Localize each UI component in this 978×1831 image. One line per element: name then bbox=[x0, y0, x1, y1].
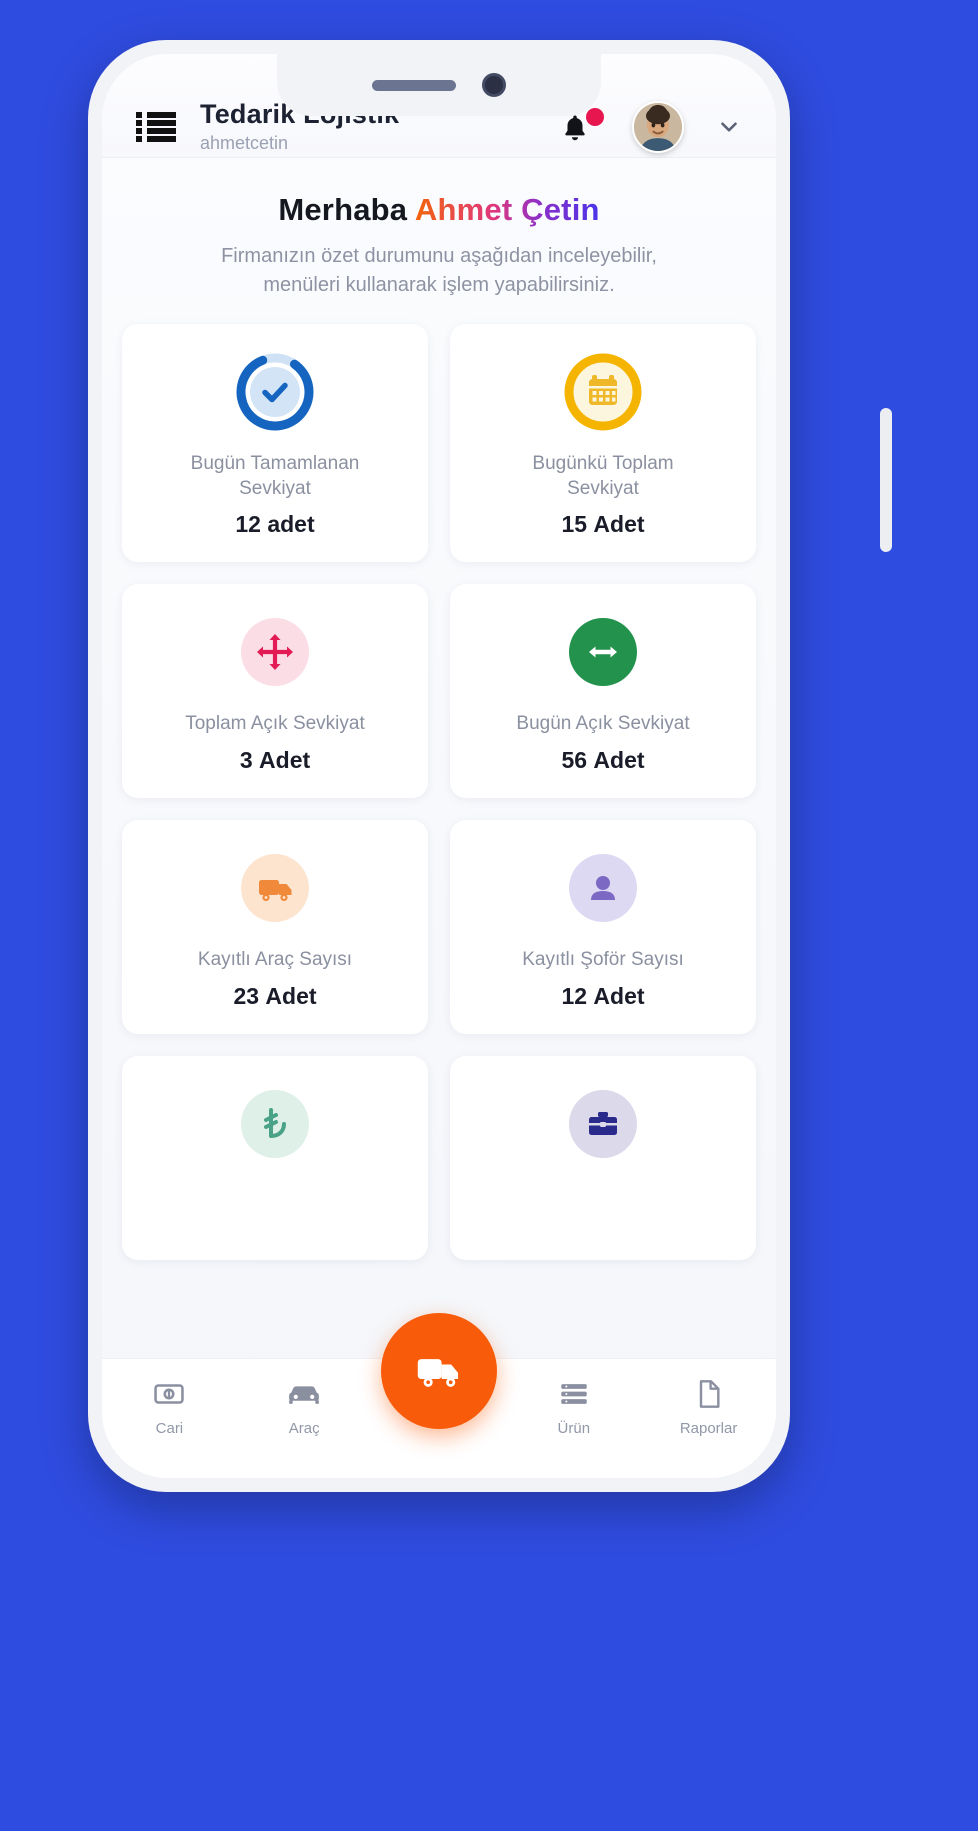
add-shipment-fab[interactable] bbox=[381, 1313, 497, 1429]
lira-icon bbox=[233, 1082, 317, 1166]
calendar-icon bbox=[561, 350, 645, 434]
card-registered-vehicles[interactable]: Kayıtlı Araç Sayısı 23 Adet bbox=[122, 820, 428, 1034]
card-value: 56 Adet bbox=[561, 747, 644, 774]
app-username: ahmetcetin bbox=[200, 133, 289, 154]
briefcase-icon bbox=[561, 1082, 645, 1166]
list-menu-icon[interactable] bbox=[136, 111, 176, 142]
greeting-description-line1: Firmanızın özet durumunu aşağıdan incele… bbox=[221, 245, 657, 267]
phone-frame: Tedarik Lojistik ahmetcetin bbox=[88, 40, 892, 1492]
truck-icon bbox=[417, 1359, 459, 1387]
card-label: Bugün Açık Sevkiyat bbox=[516, 712, 689, 737]
card-label-line1: Toplam Açık Sevkiyat bbox=[185, 713, 365, 735]
card-value-number: 3 bbox=[239, 747, 253, 774]
card-value-number: 12 bbox=[561, 982, 588, 1009]
layers-icon bbox=[561, 1384, 587, 1404]
chevron-down-icon[interactable] bbox=[716, 114, 742, 140]
check-circle-progress-icon bbox=[233, 350, 317, 434]
truck-icon bbox=[233, 846, 317, 930]
card-finance[interactable] bbox=[122, 1055, 428, 1260]
nav-label: Ürün bbox=[557, 1420, 591, 1437]
card-value-unit: adet bbox=[267, 511, 315, 538]
nav-item-urun[interactable]: Ürün bbox=[506, 1377, 641, 1437]
card-label-line1: Kayıtlı Şoför Sayısı bbox=[522, 949, 684, 971]
card-business[interactable] bbox=[450, 1055, 756, 1260]
card-value-unit: Adet bbox=[265, 982, 317, 1009]
card-label: Bugünkü Toplam Sevkiyat bbox=[532, 452, 673, 501]
card-value-number: 12 bbox=[235, 511, 261, 538]
nav-label: Raporlar bbox=[679, 1420, 738, 1437]
card-value: 15 Adet bbox=[561, 511, 644, 538]
card-label: Toplam Açık Sevkiyat bbox=[185, 712, 365, 737]
greeting-section: Merhaba Ahmet Çetin Firmanızın özet duru… bbox=[102, 158, 776, 318]
phone-camera bbox=[482, 73, 506, 97]
card-label: Bugün Tamamlanan Sevkiyat bbox=[191, 452, 360, 501]
card-label-line1: Bugünkü Toplam bbox=[532, 453, 674, 474]
greeting-hello: Merhaba bbox=[278, 192, 415, 227]
nav-item-raporlar[interactable]: Raporlar bbox=[641, 1377, 776, 1437]
card-today-open-shipments[interactable]: Bugün Açık Sevkiyat 56 Adet bbox=[450, 584, 756, 799]
nav-label: Cari bbox=[155, 1420, 184, 1437]
phone-button-power[interactable] bbox=[880, 408, 892, 552]
move-arrows-icon bbox=[233, 610, 317, 694]
stats-card-grid: Bugün Tamamlanan Sevkiyat 12 adet Bugünk… bbox=[102, 318, 776, 1478]
card-registered-drivers[interactable]: Kayıtlı Şoför Sayısı 12 Adet bbox=[450, 820, 756, 1034]
card-today-total-shipments[interactable]: Bugünkü Toplam Sevkiyat 15 Adet bbox=[450, 324, 756, 563]
card-value-unit: Adet bbox=[593, 747, 645, 774]
cash-icon bbox=[154, 1384, 185, 1404]
card-label: Kayıtlı Araç Sayısı bbox=[198, 948, 352, 973]
nav-item-cari[interactable]: Cari bbox=[102, 1377, 237, 1437]
card-value-number: 56 bbox=[561, 747, 588, 774]
card-value: 12 Adet bbox=[561, 983, 644, 1010]
card-value-unit: Adet bbox=[593, 511, 645, 538]
card-label-line2: Sevkiyat bbox=[239, 477, 311, 499]
card-label: Kayıtlı Şoför Sayısı bbox=[522, 948, 684, 973]
notification-badge-dot bbox=[586, 107, 604, 126]
document-icon bbox=[699, 1380, 720, 1408]
phone-speaker bbox=[372, 79, 456, 91]
car-icon bbox=[289, 1386, 320, 1404]
card-completed-shipments[interactable]: Bugün Tamamlanan Sevkiyat 12 adet bbox=[122, 324, 428, 563]
nav-item-arac[interactable]: Araç bbox=[237, 1377, 372, 1437]
card-label-line1: Bugün Tamamlanan bbox=[190, 453, 360, 474]
phone-screen-container: Tedarik Lojistik ahmetcetin bbox=[102, 54, 776, 1478]
avatar[interactable] bbox=[632, 100, 684, 153]
card-value: 12 adet bbox=[235, 511, 314, 538]
card-label-line2: Sevkiyat bbox=[567, 477, 639, 499]
card-value-number: 23 bbox=[233, 982, 260, 1009]
card-value-unit: Adet bbox=[593, 982, 645, 1009]
nav-label: Araç bbox=[288, 1420, 320, 1437]
bottom-navigation-bar: Cari Araç Ürün Raporlar bbox=[102, 1313, 776, 1478]
card-value: 23 Adet bbox=[233, 983, 316, 1010]
card-value-unit: Adet bbox=[259, 747, 311, 774]
user-avatar bbox=[634, 102, 682, 151]
greeting-description: Firmanızın özet durumunu aşağıdan incele… bbox=[136, 242, 742, 300]
greeting-user-name: Ahmet Çetin bbox=[414, 192, 600, 227]
card-value-number: 15 bbox=[561, 511, 588, 538]
card-label-line1: Kayıtlı Araç Sayısı bbox=[197, 949, 353, 971]
card-total-open-shipments[interactable]: Toplam Açık Sevkiyat 3 Adet bbox=[122, 584, 428, 799]
app-screen: Tedarik Lojistik ahmetcetin bbox=[102, 54, 776, 1478]
greeting-description-line2: menüleri kullanarak işlem yapabilirsiniz… bbox=[263, 274, 615, 296]
greeting-line: Merhaba Ahmet Çetin bbox=[136, 192, 742, 228]
left-right-arrows-icon bbox=[561, 610, 645, 694]
card-label-line1: Bugün Açık Sevkiyat bbox=[516, 713, 690, 735]
phone-notch bbox=[277, 54, 601, 116]
card-value: 3 Adet bbox=[240, 747, 310, 774]
user-icon bbox=[561, 846, 645, 930]
